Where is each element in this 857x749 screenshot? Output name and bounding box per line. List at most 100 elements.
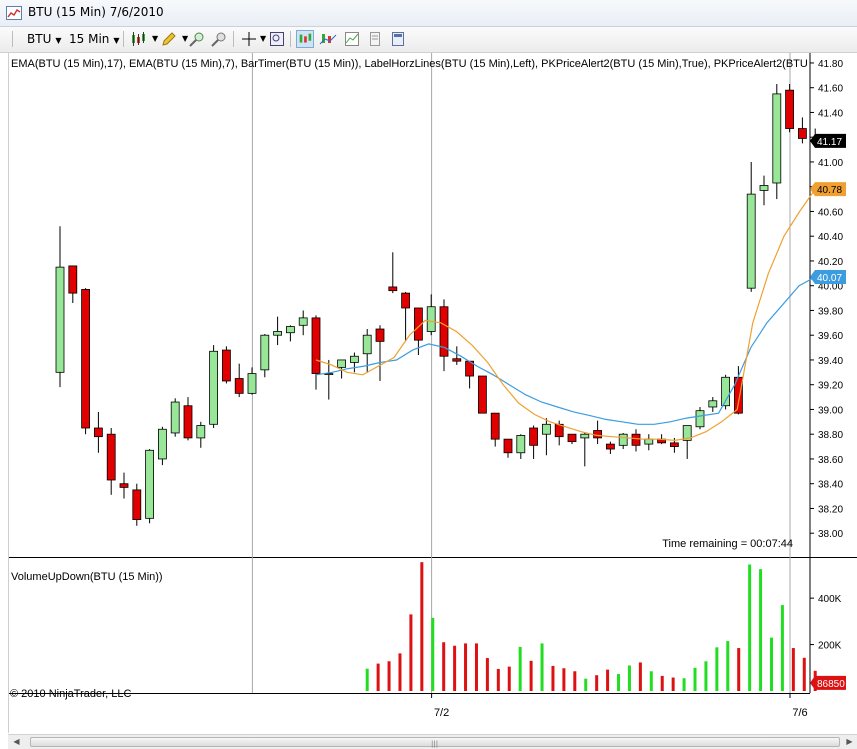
price-tick-label: 39.60 xyxy=(818,331,843,342)
price-tick-label: 39.00 xyxy=(818,405,843,416)
candle-body xyxy=(785,89,794,129)
volume-bar xyxy=(737,648,741,691)
candle-body xyxy=(106,433,116,481)
interval-selector[interactable]: 15 Min ▼ xyxy=(69,30,120,48)
candle-body xyxy=(273,331,283,336)
price-volume-chart[interactable]: 41.8041.6041.4041.2041.0040.8040.6040.40… xyxy=(0,53,857,733)
volume-bar xyxy=(507,666,511,691)
candle-body xyxy=(644,438,654,445)
window-linking-icon[interactable] xyxy=(389,30,407,48)
last-price-label-text: 41.17 xyxy=(817,137,842,148)
candle-body xyxy=(183,405,193,439)
crosshair-icon[interactable] xyxy=(240,30,258,48)
copyright-text: © 2010 NinjaTrader, LLC xyxy=(10,688,131,700)
candle-body xyxy=(68,265,78,294)
price-tick-label: 38.00 xyxy=(818,529,843,540)
properties-icon[interactable] xyxy=(366,30,384,48)
last-volume-label-text: 86850 xyxy=(817,679,845,690)
price-tick-label: 39.20 xyxy=(818,381,843,392)
volume-bar xyxy=(802,657,806,691)
pencil-icon[interactable] xyxy=(160,30,178,48)
volume-bar xyxy=(595,675,599,691)
candle-body xyxy=(516,435,526,454)
price-tick-label: 41.80 xyxy=(818,59,843,70)
volume-legend: VolumeUpDown(BTU (15 Min)) xyxy=(11,571,163,583)
chevron-down-icon[interactable]: ▼ xyxy=(152,30,158,48)
candle-body xyxy=(311,317,321,374)
zoom-out-icon[interactable] xyxy=(210,30,228,48)
strategy-icon[interactable] xyxy=(296,30,314,48)
chart-style-icon[interactable] xyxy=(343,30,361,48)
horizontal-scrollbar[interactable]: ◀ ||| ▶ xyxy=(8,734,857,749)
candle-body xyxy=(542,423,551,435)
volume-bar xyxy=(748,564,752,691)
chart-app-icon xyxy=(6,6,22,20)
volume-bar xyxy=(562,668,566,691)
candle-body xyxy=(285,326,295,334)
chevron-down-icon[interactable]: ▼ xyxy=(260,30,266,48)
price-tick-label: 40.20 xyxy=(818,257,843,268)
data-box-icon[interactable] xyxy=(268,30,286,48)
volume-bar xyxy=(431,617,435,691)
candle-body xyxy=(170,401,180,434)
candle-body xyxy=(119,483,129,488)
scroll-right-icon[interactable]: ▶ xyxy=(843,736,856,748)
toolbar-separator xyxy=(290,31,291,47)
volume-axis-ticks: 400K 200K xyxy=(810,594,842,652)
candle-body xyxy=(695,410,705,428)
price-tick-label: 38.40 xyxy=(818,480,843,491)
candle-body xyxy=(94,427,103,438)
volume-bar xyxy=(464,643,468,691)
volume-tick-label: 200K xyxy=(818,641,842,652)
instrument-name: BTU xyxy=(27,32,52,46)
grip-icon: ||| xyxy=(431,740,439,748)
scroll-thumb[interactable]: ||| xyxy=(30,737,840,748)
bar-type-icon[interactable] xyxy=(130,30,148,48)
candle-body xyxy=(234,378,244,394)
zoom-in-icon[interactable] xyxy=(188,30,206,48)
candle-body xyxy=(81,289,90,429)
volume-bar xyxy=(485,658,489,691)
volume-bar xyxy=(769,637,773,691)
volume-bar xyxy=(420,562,424,691)
candle-body xyxy=(631,433,641,446)
volume-bar xyxy=(442,642,446,691)
volume-bar xyxy=(715,647,719,691)
volume-bar xyxy=(627,665,631,691)
price-tick-label: 41.40 xyxy=(818,108,843,119)
volume-bar xyxy=(759,569,763,691)
candle-body xyxy=(157,428,167,460)
price-tick-label: 39.80 xyxy=(818,306,843,317)
volume-bar xyxy=(780,605,784,691)
window-title: BTU (15 Min) 7/6/2010 xyxy=(28,5,164,19)
candle-body xyxy=(529,427,538,446)
candle-body xyxy=(132,489,142,520)
candle-body xyxy=(580,433,590,439)
chevron-down-icon: ▼ xyxy=(55,36,62,45)
instrument-selector[interactable]: BTU ▼ xyxy=(27,30,62,48)
candle-body xyxy=(145,449,155,519)
volume-bar xyxy=(791,648,795,691)
volume-bar xyxy=(540,643,544,691)
volume-bar xyxy=(704,661,708,691)
chart-area[interactable]: 41.8041.6041.4041.2041.0040.8040.6040.40… xyxy=(0,53,857,733)
indicators-icon[interactable] xyxy=(319,30,337,48)
candle-body xyxy=(247,373,257,394)
price-tick-label: 38.60 xyxy=(818,455,843,466)
ema-slow-label-text: 40.07 xyxy=(817,273,842,284)
candle-body xyxy=(567,433,577,443)
candle-body xyxy=(426,306,436,332)
candle-body xyxy=(772,93,782,184)
candle-body xyxy=(708,400,718,408)
scroll-left-icon[interactable]: ◀ xyxy=(10,736,23,748)
time-tick-label: 7/6 xyxy=(792,707,807,719)
volume-tick-label: 400K xyxy=(818,594,842,605)
chevron-down-icon: ▼ xyxy=(113,36,120,45)
price-tick-label: 41.00 xyxy=(818,158,843,169)
candle-body xyxy=(362,334,372,355)
ema-fast-label-text: 40.78 xyxy=(817,185,842,196)
toolbar-separator xyxy=(233,31,234,47)
volume-bar xyxy=(529,660,533,691)
time-tick-label: 7/2 xyxy=(434,707,449,719)
volume-bar xyxy=(693,667,697,691)
